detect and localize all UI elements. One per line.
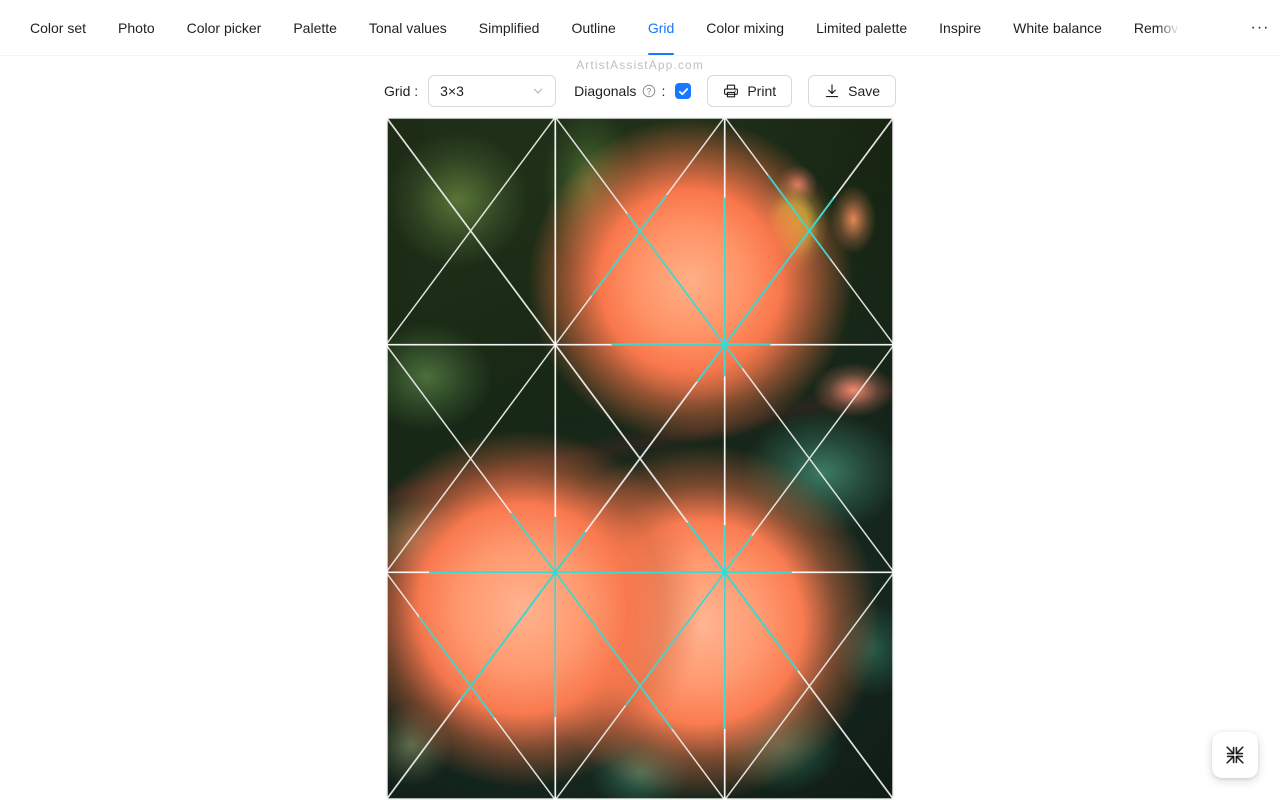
- tab-limited-palette[interactable]: Limited palette: [800, 0, 923, 55]
- download-icon: [824, 83, 840, 99]
- tab-color-picker[interactable]: Color picker: [171, 0, 278, 55]
- diagonals-group: Diagonals :: [574, 83, 692, 99]
- tab-label: Inspire: [939, 19, 982, 36]
- tab-label: Remove: [1133, 19, 1180, 36]
- tab-color-mixing[interactable]: Color mixing: [690, 0, 800, 55]
- grid-image-viewport[interactable]: [386, 117, 894, 800]
- grid-toolbar: Grid : 3×3 Diagonals : Print Save: [0, 74, 1280, 108]
- tab-label: White balance: [1013, 19, 1102, 36]
- tab-remove[interactable]: Remove: [1118, 0, 1180, 55]
- grid-size-label: Grid :: [383, 83, 419, 99]
- tab-label: Photo: [118, 19, 155, 36]
- main-tabbar: Color set Photo Color picker Palette Ton…: [0, 0, 1280, 56]
- reference-photo: [386, 117, 894, 800]
- printer-icon: [723, 83, 739, 99]
- tab-outline[interactable]: Outline: [555, 0, 631, 55]
- save-label: Save: [848, 83, 881, 99]
- tab-inspire[interactable]: Inspire: [923, 0, 997, 55]
- tab-color-set[interactable]: Color set: [14, 0, 102, 55]
- diagonals-label: Diagonals: [574, 83, 637, 99]
- tab-label: Outline: [571, 19, 616, 36]
- watermark: ArtistAssistApp.com: [576, 58, 704, 72]
- diagonals-colon: :: [661, 83, 666, 99]
- exit-fullscreen-button[interactable]: [1212, 732, 1258, 778]
- tab-white-balance[interactable]: White balance: [997, 0, 1118, 55]
- compress-icon: [1226, 746, 1244, 764]
- tab-tonal-values[interactable]: Tonal values: [353, 0, 463, 55]
- tab-grid[interactable]: Grid: [632, 0, 690, 55]
- tab-label: Grid: [647, 19, 675, 36]
- tab-label: Simplified: [478, 19, 540, 36]
- tab-simplified[interactable]: Simplified: [463, 0, 556, 55]
- chevron-down-icon: [532, 85, 544, 97]
- tab-palette[interactable]: Palette: [277, 0, 353, 55]
- question-circle-icon[interactable]: [642, 84, 656, 98]
- tab-label: Tonal values: [368, 19, 447, 36]
- grid-size-select[interactable]: 3×3: [428, 75, 557, 107]
- tab-label: Color set: [30, 19, 87, 36]
- print-button[interactable]: Print: [707, 75, 793, 107]
- grid-size-value: 3×3: [440, 83, 464, 99]
- diagonals-checkbox[interactable]: [675, 83, 692, 99]
- tab-label: Color picker: [186, 19, 262, 36]
- tab-photo[interactable]: Photo: [102, 0, 171, 55]
- image-canvas-area: [0, 110, 1280, 800]
- tab-overflow-button[interactable]: ···: [1240, 0, 1280, 55]
- tab-label: Palette: [293, 19, 337, 36]
- tab-label: Color mixing: [706, 19, 785, 36]
- tab-label: Limited palette: [816, 19, 908, 36]
- print-label: Print: [747, 83, 777, 99]
- save-button[interactable]: Save: [808, 75, 897, 107]
- tab-list: Color set Photo Color picker Palette Ton…: [0, 0, 1240, 55]
